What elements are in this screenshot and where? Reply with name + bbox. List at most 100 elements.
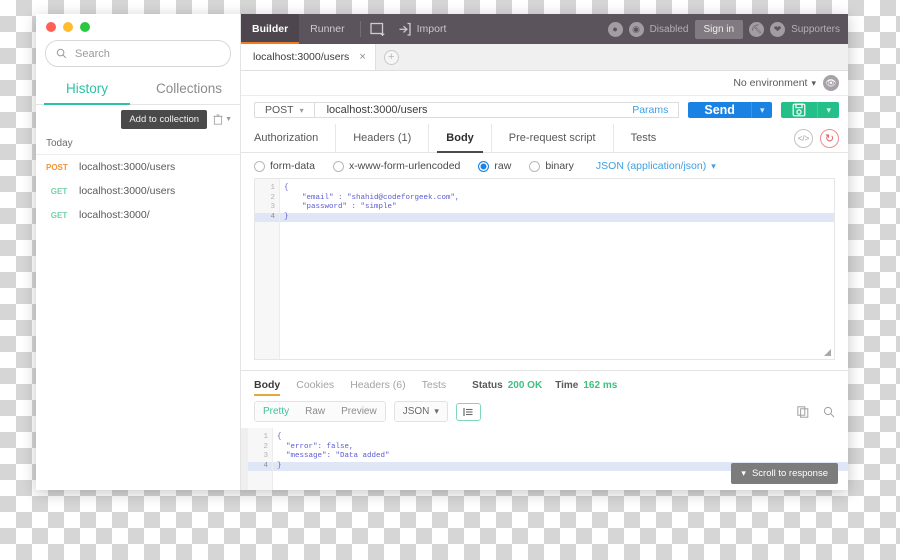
status-label: Status — [472, 379, 503, 391]
environment-selector[interactable]: No environment ▾ — [733, 77, 816, 89]
response-format-value: JSON — [402, 406, 430, 417]
chevron-down-icon: ▾ — [711, 160, 716, 171]
status-value: 200 OK — [507, 379, 543, 391]
body-type-raw-label: raw — [494, 160, 512, 172]
add-to-collection-button[interactable]: Add to collection — [121, 109, 208, 129]
response-drag-handle[interactable] — [241, 428, 248, 490]
editor-line-numbers: 1 2 3 4 — [255, 179, 280, 359]
save-options-button[interactable]: ▾ — [817, 102, 839, 118]
response-tab-headers-label: Headers (6) — [350, 379, 406, 391]
content-type-selector[interactable]: JSON (application/json) ▾ — [596, 160, 716, 172]
send-options-button[interactable]: ▾ — [750, 102, 773, 118]
wrap-lines-button[interactable] — [455, 402, 481, 421]
history-item-2[interactable]: GET localhost:3000/ — [36, 203, 240, 227]
params-button[interactable]: Params — [622, 104, 668, 116]
proxy-icon[interactable]: ◉ — [628, 21, 644, 37]
topbar-divider — [359, 21, 361, 37]
history-item-0[interactable]: POST localhost:3000/users — [36, 155, 240, 179]
topbar-tab-runner-label: Runner — [310, 23, 345, 35]
body-type-raw[interactable]: raw — [478, 160, 511, 172]
response-tab-headers[interactable]: Headers (6) — [350, 379, 405, 396]
tab-body[interactable]: Body — [429, 124, 492, 153]
minimize-window-button[interactable] — [63, 22, 73, 32]
maximize-window-button[interactable] — [80, 22, 90, 32]
body-type-binary[interactable]: binary — [529, 160, 574, 172]
copy-button[interactable] — [797, 405, 809, 418]
response-tab-tests[interactable]: Tests — [422, 379, 447, 396]
history-item-1[interactable]: GET localhost:3000/users — [36, 179, 240, 203]
topbar-tab-runner[interactable]: Runner — [299, 14, 355, 44]
code-snippet-icon[interactable]: </> — [794, 128, 813, 148]
sign-in-button[interactable]: Sign in — [694, 19, 744, 39]
view-mode-pretty[interactable]: Pretty — [255, 402, 298, 421]
request-section-tabs: Authorization Headers (1) Body Pre-reque… — [241, 124, 848, 153]
body-type-urlencoded-label: x-www-form-urlencoded — [348, 160, 461, 172]
body-type-binary-label: binary — [545, 160, 574, 172]
sign-in-label: Sign in — [703, 23, 735, 35]
heart-icon[interactable]: ❤ — [770, 21, 786, 37]
save-button[interactable] — [781, 102, 818, 118]
scroll-to-response-button[interactable]: ▾ Scroll to response — [731, 463, 838, 484]
response-tab-cookies-label: Cookies — [296, 379, 335, 391]
view-mode-raw-label: Raw — [305, 406, 326, 417]
code-line: "message": "Data added" — [277, 452, 390, 460]
environment-quick-look-icon[interactable]: 👁 — [823, 75, 839, 91]
new-request-tab-button[interactable]: + — [376, 44, 407, 70]
send-button[interactable]: Send — [688, 102, 751, 118]
response-view-mode-group: Pretty Raw Preview — [254, 401, 386, 422]
sidebar-tab-history[interactable]: History — [36, 75, 138, 105]
request-url-input-wrapper[interactable]: Params — [313, 102, 680, 118]
search-response-button[interactable] — [823, 406, 835, 418]
tab-authorization[interactable]: Authorization — [254, 124, 337, 152]
close-window-button[interactable] — [46, 22, 56, 32]
postman-window: History Collections Add to collection ▼ … — [36, 14, 848, 490]
import-button[interactable] — [392, 14, 417, 44]
close-icon[interactable]: × — [359, 51, 365, 63]
topbar-tab-builder[interactable]: Builder — [241, 14, 300, 44]
search-input[interactable] — [73, 46, 220, 61]
response-meta: Status 200 OK Time 162 ms — [472, 380, 617, 396]
radio-icon — [254, 160, 265, 172]
radio-icon — [529, 160, 541, 172]
new-window-icon — [369, 22, 384, 36]
response-tab-tests-label: Tests — [421, 379, 447, 391]
code-line: { — [277, 433, 282, 441]
new-window-button[interactable] — [365, 14, 392, 44]
body-type-form-data[interactable]: form-data — [254, 160, 315, 172]
response-tab-cookies[interactable]: Cookies — [296, 379, 334, 396]
tab-headers[interactable]: Headers (1) — [336, 124, 430, 152]
import-icon — [399, 22, 411, 36]
response-tab-body[interactable]: Body — [254, 379, 281, 396]
trash-icon — [213, 113, 223, 125]
request-tab-active[interactable]: localhost:3000/users × — [241, 44, 376, 70]
body-type-urlencoded[interactable]: x-www-form-urlencoded — [332, 160, 461, 172]
view-mode-pretty-label: Pretty — [263, 406, 290, 417]
response-format-selector[interactable]: JSON ▾ — [393, 401, 448, 422]
reset-icon[interactable]: ↻ — [820, 128, 839, 148]
scroll-to-response-label: Scroll to response — [751, 468, 828, 479]
chevron-down-icon: ▾ — [434, 406, 439, 416]
editor-resize-handle[interactable] — [824, 349, 831, 356]
line-number: 3 — [270, 203, 275, 211]
response-line-numbers: 1 2 3 4 — [248, 428, 273, 490]
settings-wrench-icon[interactable]: ⛏ — [749, 21, 765, 37]
tab-tests[interactable]: Tests — [614, 124, 674, 152]
tab-pre-request-script[interactable]: Pre-request script — [492, 124, 614, 152]
line-number: 2 — [263, 442, 268, 451]
line-number: 1 — [270, 184, 275, 192]
response-body-viewer[interactable]: 1 2 3 4 { "error": false, "message": "Da… — [241, 428, 848, 490]
import-label[interactable]: Import — [417, 14, 457, 44]
search-box[interactable] — [45, 40, 231, 67]
response-tabs: Body Cookies Headers (6) Tests Status 20… — [241, 371, 848, 401]
request-url-input[interactable] — [324, 103, 623, 117]
delete-history-button[interactable]: ▼ — [213, 113, 232, 125]
sidebar-tab-collections[interactable]: Collections — [138, 75, 240, 104]
request-body-editor[interactable]: 1 2 3 4 { "email" : "shahid@codeforgeek.… — [254, 178, 835, 360]
line-number: 2 — [270, 193, 275, 202]
http-method-selector[interactable]: POST ▾ — [254, 102, 314, 118]
view-mode-raw[interactable]: Raw — [297, 402, 334, 421]
editor-code-area[interactable]: { "email" : "shahid@codeforgeek.com", "p… — [280, 179, 834, 359]
body-type-options: form-data x-www-form-urlencoded raw bina… — [241, 153, 848, 178]
view-mode-preview[interactable]: Preview — [333, 402, 385, 421]
interceptor-icon[interactable]: ● — [607, 21, 623, 37]
